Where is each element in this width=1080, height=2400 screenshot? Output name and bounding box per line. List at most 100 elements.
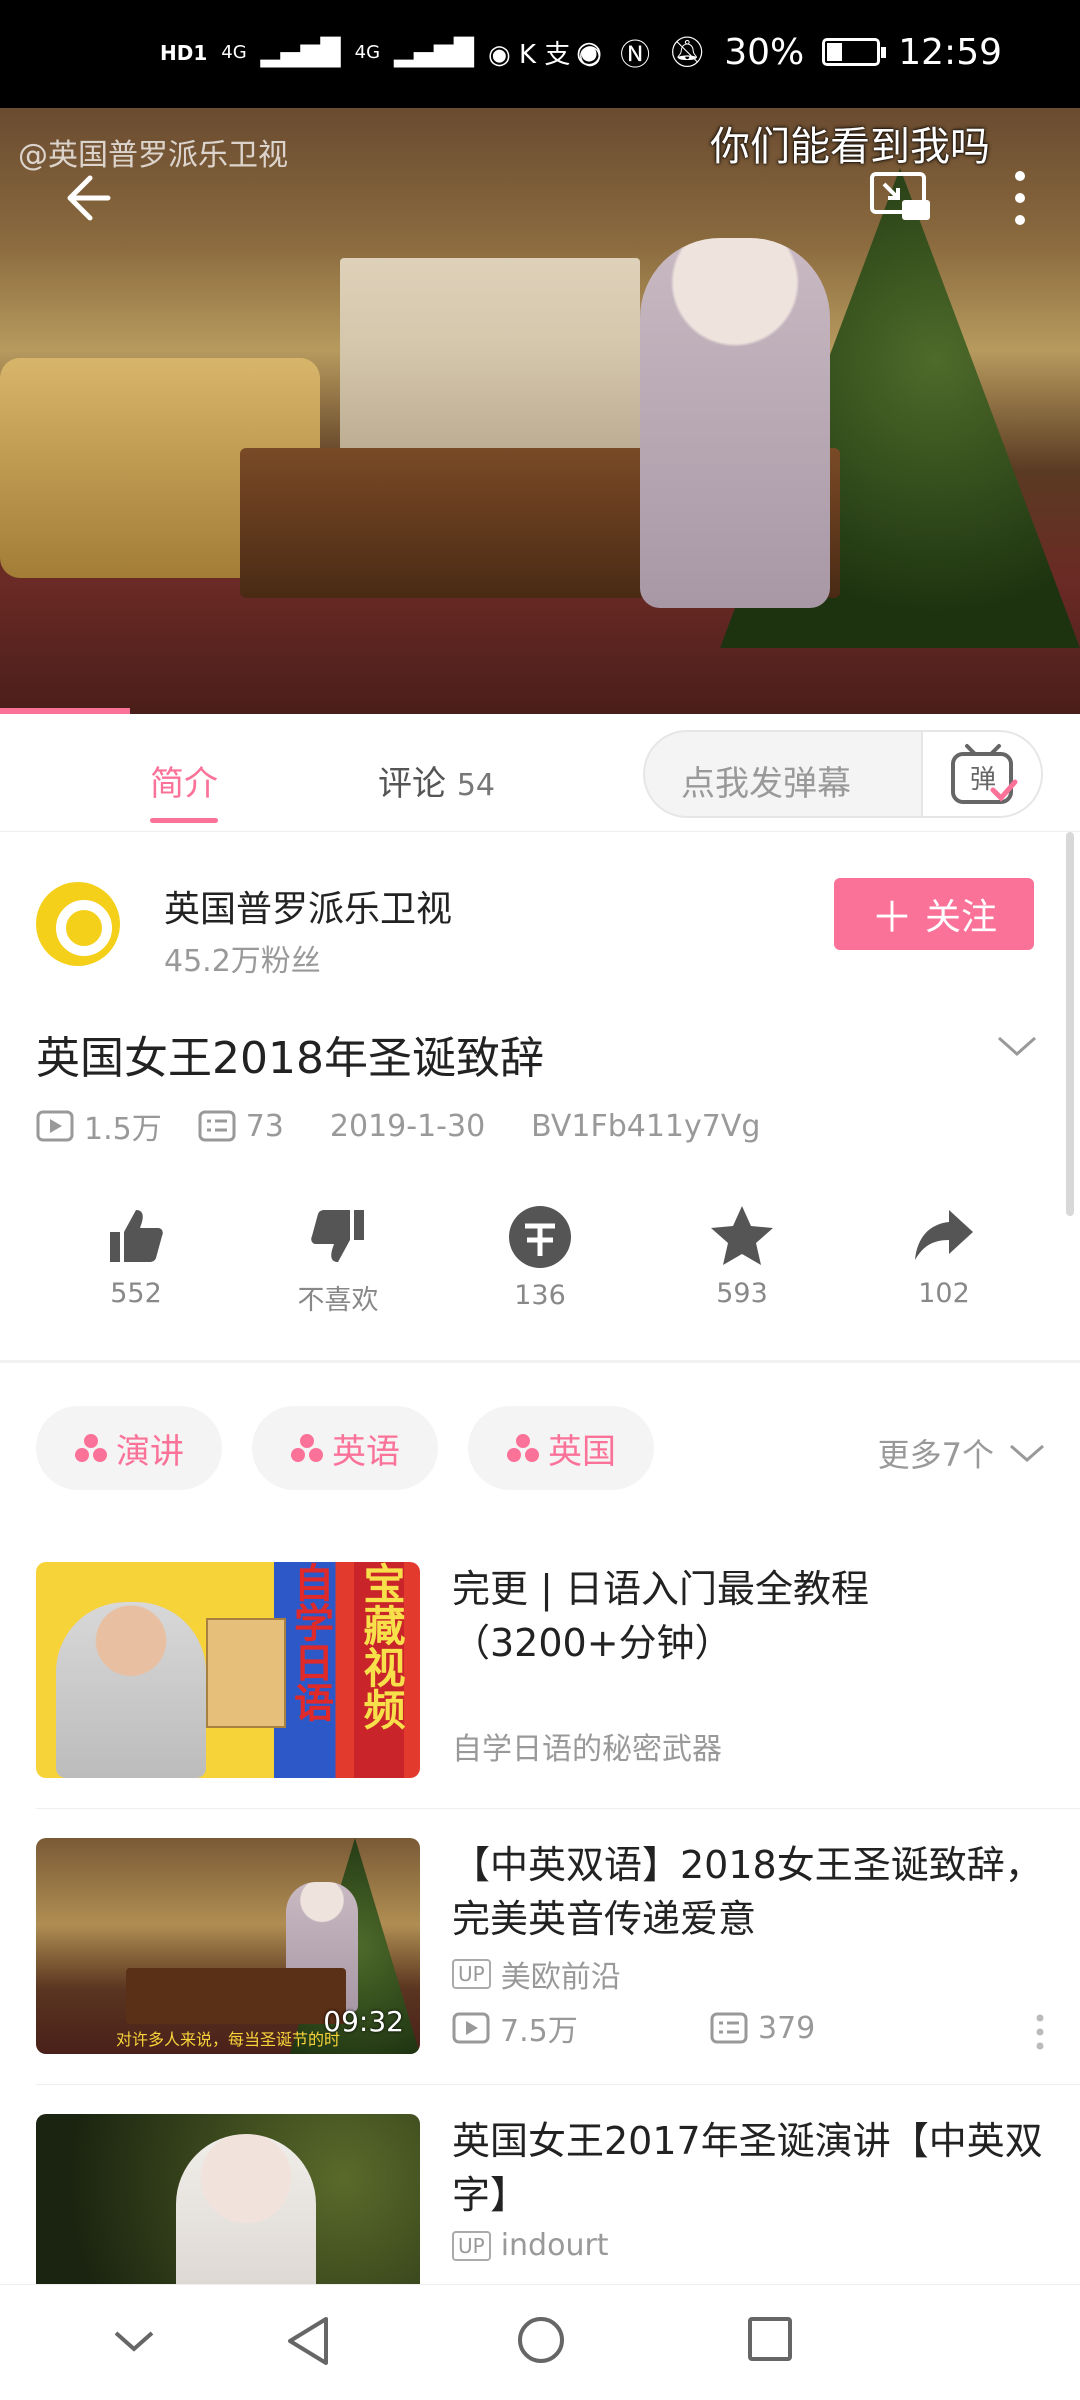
tag-label: 演讲	[116, 1431, 184, 1472]
tag-icon	[291, 1434, 323, 1462]
list-divider	[36, 2084, 1080, 2085]
eye-icon: ◉	[575, 34, 603, 70]
danmaku-tv-icon: 弹	[951, 744, 1018, 804]
play-count-icon	[452, 2012, 490, 2044]
video-meta: 1.5万 73 2019-1-30 BV1Fb411y7Vg	[36, 1104, 760, 1148]
status-left: HD1 4G ▂▄▆█ 4G ▂▄▆█ ◉ K 支 ◎	[160, 34, 601, 71]
nav-home-icon[interactable]	[516, 2315, 566, 2365]
hd-badge: HD1	[160, 40, 208, 65]
tag-icon	[75, 1434, 107, 1462]
network-label: 4G	[221, 42, 247, 63]
views-count: 1.5万	[84, 1112, 162, 1147]
tag-icon	[507, 1434, 539, 1462]
thumbnail-desk	[126, 1968, 346, 2024]
video-thumbnail[interactable]: 自学日语 宝藏视频	[36, 1562, 420, 1778]
dislike-button[interactable]: 不喜欢	[268, 1204, 408, 1317]
tab-active-indicator	[150, 818, 218, 823]
video-player[interactable]: @英国普罗派乐卫视 你们能看到我吗	[0, 108, 1080, 714]
collapse-chevron-icon[interactable]	[112, 2327, 156, 2355]
more-vertical-icon[interactable]	[1010, 170, 1030, 226]
tag-label: 英国	[548, 1431, 616, 1472]
tab-comments[interactable]: 评论 54	[378, 756, 495, 805]
follow-button[interactable]: ＋ 关注	[834, 878, 1034, 950]
video-thumbnail[interactable]	[36, 2114, 420, 2284]
nav-back-icon[interactable]	[284, 2315, 332, 2367]
recommendation-title[interactable]: 英国女王2017年圣诞演讲【中英双字】	[452, 2114, 1046, 2222]
recommendation-up-name: indourt	[500, 2228, 609, 2263]
video-frame-person	[640, 238, 830, 608]
plus-icon: ＋	[870, 892, 913, 942]
like-count: 552	[110, 1278, 162, 1309]
avatar[interactable]	[36, 882, 120, 966]
battery-percent: 30%	[724, 31, 805, 73]
more-vertical-icon[interactable]	[1034, 2014, 1046, 2050]
scrollbar[interactable]	[1066, 832, 1074, 1216]
tag-chip[interactable]: 演讲	[36, 1406, 222, 1490]
like-icon	[110, 1210, 163, 1262]
thumbnail-person	[176, 2134, 316, 2284]
danmaku-toggle-button[interactable]: 弹	[921, 732, 1041, 816]
recommendation-item[interactable]: 英国女王2017年圣诞演讲【中英双字】 UP indourt	[36, 2114, 1046, 2284]
share-count: 102	[918, 1278, 970, 1309]
mute-icon: 🔕︎	[668, 34, 707, 70]
section-divider	[0, 1360, 1080, 1363]
danmaku-input[interactable]: 点我发弹幕 弹	[643, 730, 1043, 818]
danmaku-input-placeholder: 点我发弹幕	[681, 764, 851, 804]
favorite-icon	[711, 1206, 773, 1265]
battery-icon	[822, 38, 887, 66]
tab-comments-count: 54	[456, 768, 495, 803]
recommendation-item[interactable]: 自学日语 宝藏视频 完更 | 日语入门最全教程（3200+分钟） 自学日语的秘密…	[36, 1562, 1046, 1802]
dislike-icon	[311, 1210, 364, 1262]
recommendation-subtitle-text: 自学日语的秘密武器	[452, 1732, 722, 1767]
thumbnail-text: 宝藏视频	[354, 1562, 406, 1778]
network-label: 4G	[354, 42, 381, 63]
back-arrow-icon[interactable]	[56, 168, 116, 228]
share-button[interactable]: 102	[874, 1204, 1014, 1309]
uploader-fans: 45.2万粉丝	[164, 944, 321, 979]
recommendation-title[interactable]: 【中英双语】2018女王圣诞致辞，完美英音传递爱意	[452, 1838, 1052, 1946]
danmaku-count-icon	[710, 2012, 748, 2044]
coin-count: 136	[514, 1280, 566, 1311]
chevron-down-icon[interactable]	[995, 1032, 1039, 1060]
detail-tabs: 简介 评论 54 点我发弹幕 弹	[0, 714, 1080, 832]
nav-recents-icon[interactable]	[746, 2315, 794, 2363]
coin-icon	[509, 1206, 571, 1268]
tag-chip[interactable]: 英语	[252, 1406, 438, 1490]
system-nav-bar	[0, 2284, 1080, 2400]
danmaku-stat: 73	[198, 1109, 284, 1144]
recommendation-item[interactable]: 对许多人来说，每当圣诞节的时 09:32 【中英双语】2018女王圣诞致辞，完美…	[36, 1838, 1046, 2078]
recommendation-uploader: UP indourt	[452, 2228, 609, 2263]
tag-chip[interactable]: 英国	[468, 1406, 654, 1490]
thumbnail-text: 自学日语	[287, 1562, 333, 1722]
coin-button[interactable]: 136	[470, 1204, 610, 1311]
publish-date: 2019-1-30	[329, 1108, 486, 1144]
recommendation-views: 7.5万	[500, 2014, 578, 2049]
video-thumbnail[interactable]: 对许多人来说，每当圣诞节的时 09:32	[36, 1838, 420, 2054]
up-badge-icon: UP	[452, 2230, 491, 2261]
views-stat: 1.5万	[36, 1104, 162, 1148]
status-bar: HD1 4G ▂▄▆█ 4G ▂▄▆█ ◉ K 支 ◎ ◉ Ⓝ 🔕︎ 30% 1…	[0, 0, 1080, 108]
signal-icon: ▂▄▆█	[260, 37, 341, 68]
recommendation-title[interactable]: 完更 | 日语入门最全教程（3200+分钟）	[452, 1562, 1052, 1670]
danmaku-count: 73	[245, 1108, 284, 1144]
tag-row: 演讲 英语 英国 更多7个	[36, 1406, 1046, 1490]
like-button[interactable]: 552	[66, 1204, 206, 1309]
danmaku-comment: 你们能看到我吗	[710, 124, 990, 170]
dislike-label: 不喜欢	[297, 1285, 379, 1316]
uploader-name[interactable]: 英国普罗派乐卫视	[164, 880, 452, 932]
recommendation-subtitle: 自学日语的秘密武器	[452, 1724, 722, 1768]
tab-intro[interactable]: 简介	[150, 756, 218, 823]
favorite-button[interactable]: 593	[672, 1204, 812, 1309]
danmaku-count-icon	[198, 1110, 236, 1142]
recommendation-stats: 7.5万 379	[452, 2006, 815, 2050]
thumbnail-book	[206, 1618, 286, 1728]
recommendation-up-name: 美欧前沿	[500, 1960, 621, 1995]
nfc-icon: Ⓝ	[620, 38, 651, 73]
more-tags-toggle[interactable]: 更多7个	[878, 1430, 1046, 1476]
follow-label: 关注	[925, 897, 998, 938]
thumbnail-person	[56, 1602, 206, 1778]
cast-screen-icon[interactable]	[868, 170, 932, 224]
share-icon	[915, 1210, 973, 1260]
up-badge-icon: UP	[452, 1959, 491, 1989]
recommendation-danmaku: 379	[758, 2010, 816, 2046]
